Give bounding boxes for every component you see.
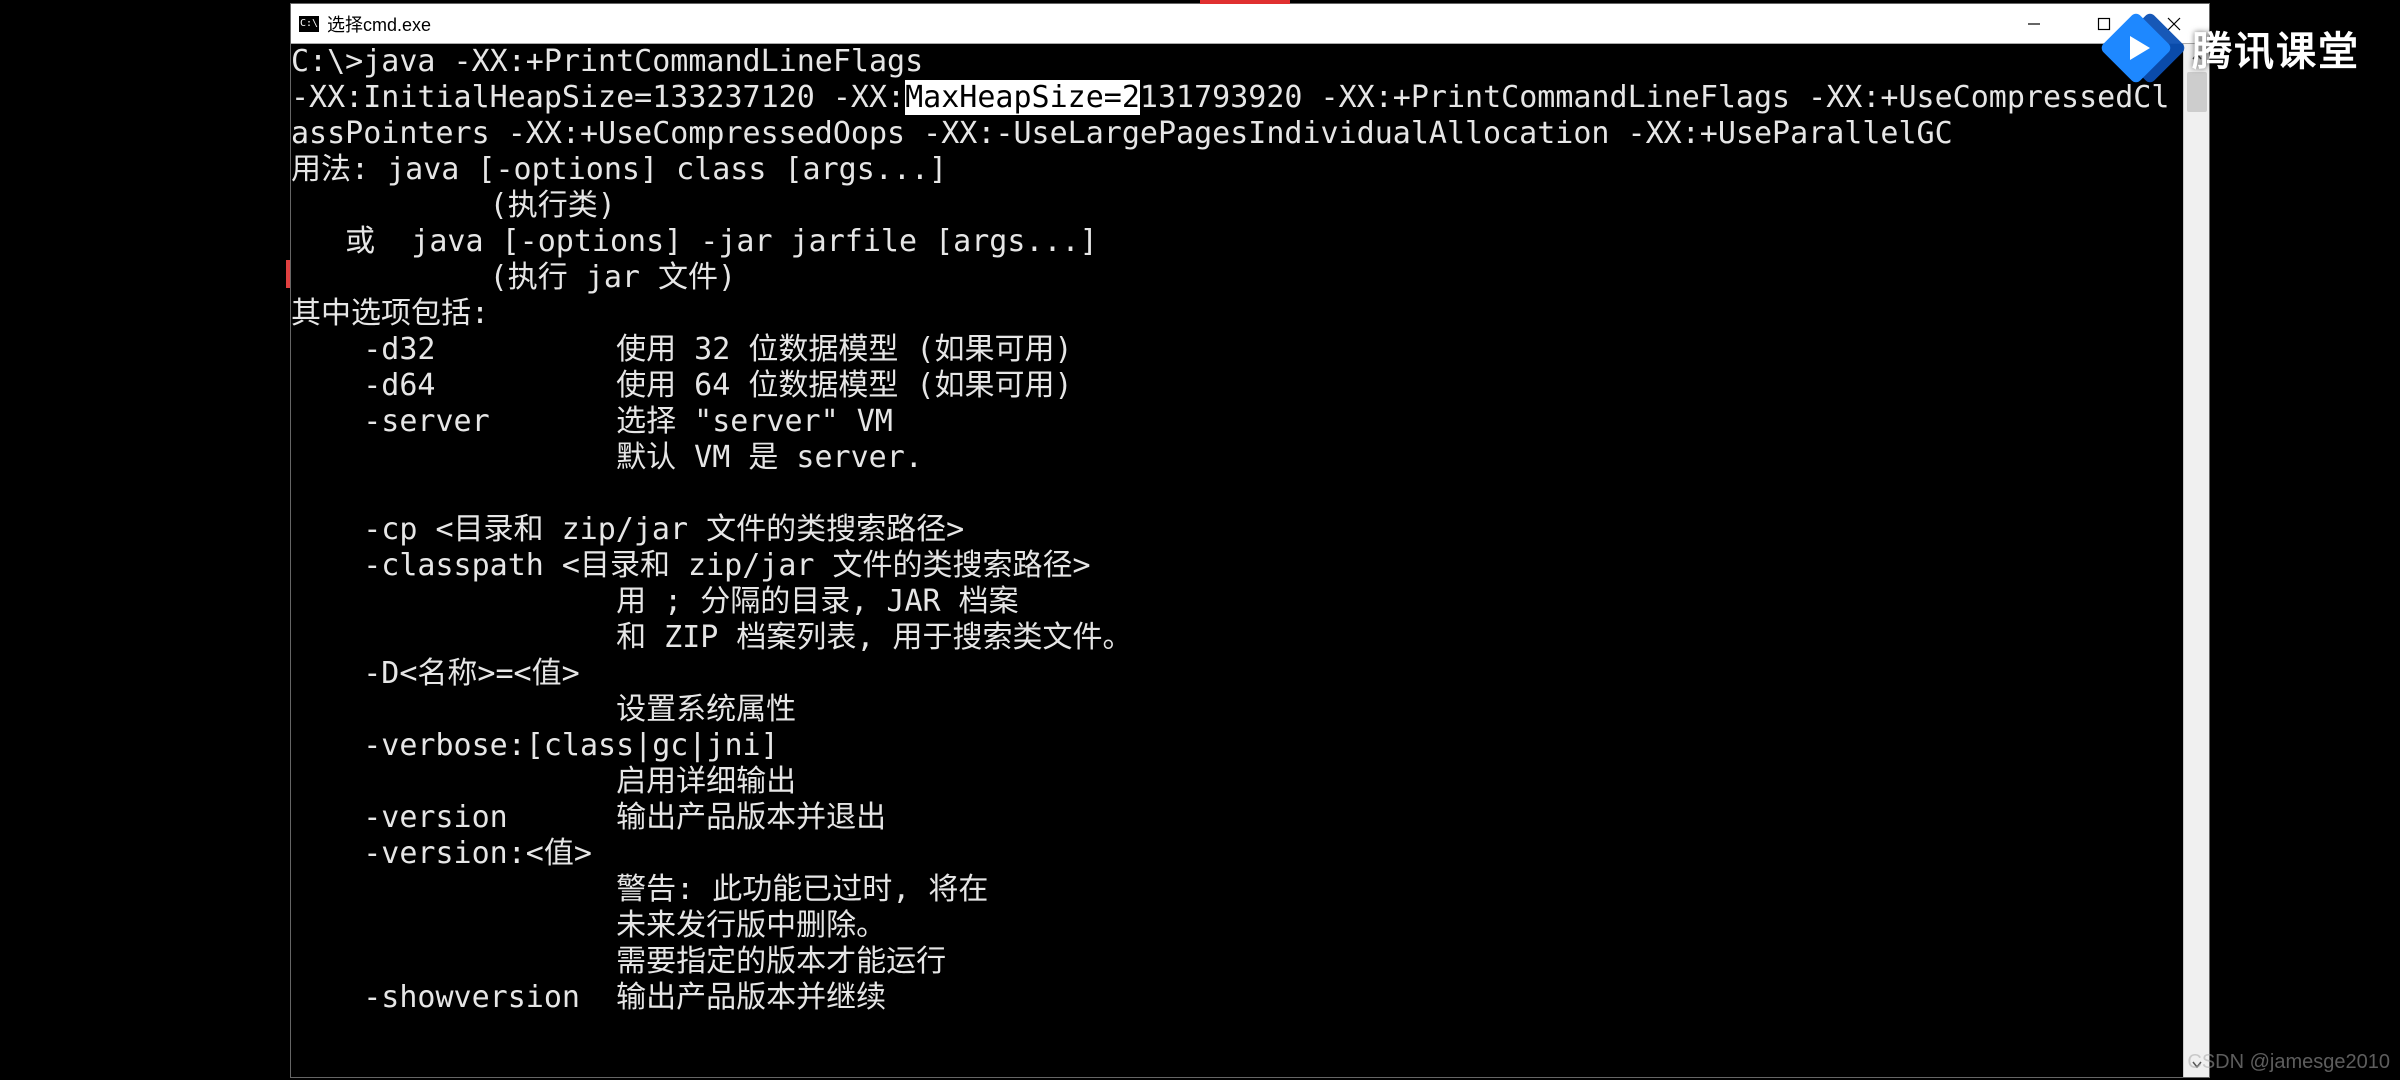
close-icon — [2167, 17, 2181, 31]
terminal-line: 或 java [-options] -jar jarfile [args...] — [291, 224, 1098, 259]
close-button[interactable] — [2139, 4, 2209, 44]
cmd-icon: C:\ — [299, 16, 319, 32]
terminal-line: -verbose:[class|gc|jni] — [291, 728, 779, 763]
terminal-line: assPointers -XX:+UseCompressedOops -XX:-… — [291, 116, 1953, 151]
terminal-line: -version 输出产品版本并退出 — [291, 800, 886, 835]
titlebar[interactable]: C:\ 选择cmd.exe — [291, 4, 2209, 44]
csdn-watermark: CSDN @jamesge2010 — [2187, 1051, 2390, 1074]
terminal-line: 用 ; 分隔的目录, JAR 档案 — [291, 584, 1019, 619]
scroll-up-button[interactable] — [2184, 44, 2210, 70]
window-title: 选择cmd.exe — [327, 11, 431, 37]
brand-text: 腾讯课堂 — [2192, 19, 2360, 77]
window-controls — [1999, 4, 2209, 44]
vertical-scrollbar[interactable] — [2183, 44, 2209, 1077]
minimize-button[interactable] — [1999, 4, 2069, 44]
minimize-icon — [2027, 17, 2041, 31]
terminal-line: 警告: 此功能已过时, 将在 — [291, 872, 988, 907]
terminal-output[interactable]: C:\>java -XX:+PrintCommandLineFlags -XX:… — [291, 44, 2183, 1077]
maximize-button[interactable] — [2069, 4, 2139, 44]
terminal-line: C:\>java -XX:+PrintCommandLineFlags — [291, 44, 923, 79]
scrollbar-thumb[interactable] — [2187, 72, 2207, 112]
terminal-line: (执行类) — [291, 188, 616, 223]
terminal-line: 和 ZIP 档案列表, 用于搜索类文件。 — [291, 620, 1133, 655]
terminal-line: 设置系统属性 — [291, 692, 796, 727]
terminal-line: 用法: java [-options] class [args...] — [291, 152, 947, 187]
terminal-line: -classpath <目录和 zip/jar 文件的类搜索路径> — [291, 548, 1091, 583]
chevron-up-icon — [2191, 51, 2203, 63]
terminal-line: 131793920 -XX:+PrintCommandLineFlags -XX… — [1140, 80, 2170, 115]
terminal-line: -cp <目录和 zip/jar 文件的类搜索路径> — [291, 512, 964, 547]
terminal-line: -server 选择 "server" VM — [291, 404, 893, 439]
accent-bar — [1200, 0, 1290, 4]
terminal-line: -d32 使用 32 位数据模型 (如果可用) — [291, 332, 1073, 367]
terminal-line: 其中选项包括: — [291, 296, 489, 331]
terminal-line: -XX:InitialHeapSize=133237120 -XX: — [291, 80, 905, 115]
terminal-line: 默认 VM 是 server. — [291, 440, 923, 475]
terminal-line: 启用详细输出 — [291, 764, 796, 799]
terminal-line: (执行 jar 文件) — [291, 260, 736, 295]
cmd-window: C:\ 选择cmd.exe C:\>java -XX:+PrintCommand… — [290, 3, 2210, 1078]
terminal-line: -showversion 输出产品版本并继续 — [291, 980, 886, 1015]
terminal-line: -D<名称>=<值> — [291, 656, 580, 691]
maximize-icon — [2097, 17, 2111, 31]
terminal-line: 未来发行版中删除。 — [291, 908, 886, 943]
terminal-line: 需要指定的版本才能运行 — [291, 944, 946, 979]
selected-text: MaxHeapSize=2 — [905, 80, 1140, 115]
terminal-line: -d64 使用 64 位数据模型 (如果可用) — [291, 368, 1073, 403]
terminal-line: -version:<值> — [291, 836, 592, 871]
